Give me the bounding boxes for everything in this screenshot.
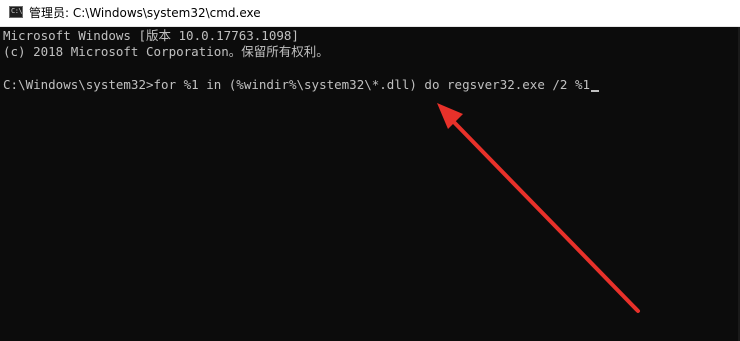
console-command-text: C:\Windows\system32>for %1 in (%windir%\…: [3, 77, 590, 92]
console-icon-glyph: C:\: [11, 7, 23, 15]
title-bar[interactable]: C:\ 管理员: C:\Windows\system32\cmd.exe: [0, 0, 740, 27]
console-icon[interactable]: C:\: [9, 6, 23, 18]
cmd-window: C:\ 管理员: C:\Windows\system32\cmd.exe Mic…: [0, 0, 740, 341]
window-title: 管理员: C:\Windows\system32\cmd.exe: [29, 6, 261, 20]
console-output[interactable]: Microsoft Windows [版本 10.0.17763.1098] (…: [0, 27, 740, 341]
console-command-line[interactable]: C:\Windows\system32>for %1 in (%windir%\…: [3, 77, 599, 93]
console-line-copyright: (c) 2018 Microsoft Corporation。保留所有权利。: [3, 44, 329, 59]
text-cursor: [591, 90, 599, 92]
console-line-version: Microsoft Windows [版本 10.0.17763.1098]: [3, 28, 299, 43]
